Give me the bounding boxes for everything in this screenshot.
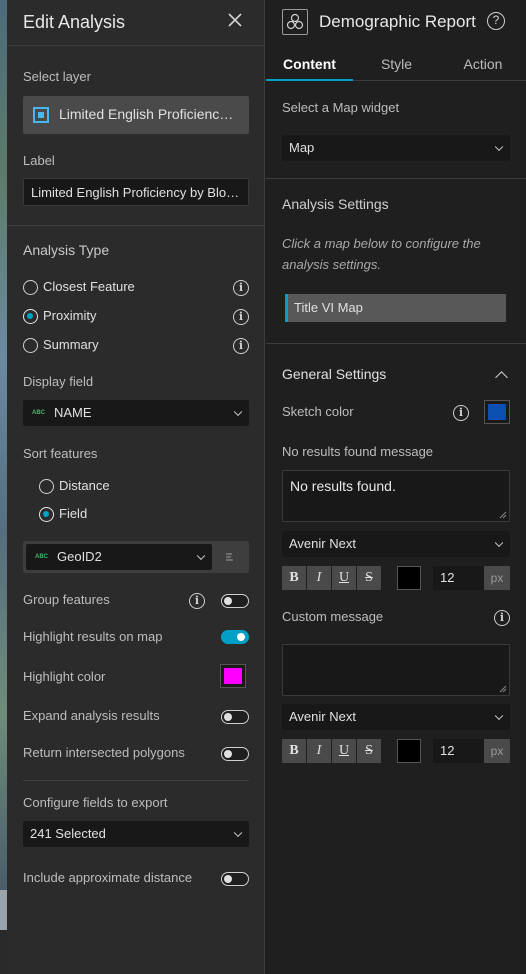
format-toolbar-1: B I U S — [282, 566, 382, 590]
no-results-textarea[interactable]: No results found. — [282, 470, 510, 522]
tab-action[interactable]: Action — [440, 48, 526, 80]
configure-fields-select[interactable]: 241 Selected — [23, 821, 249, 847]
string-field-icon: ABC — [35, 554, 48, 560]
underline-button[interactable]: U — [332, 566, 356, 590]
font-size-input-1[interactable]: 12 px — [433, 566, 510, 590]
sort-order-icon[interactable] — [223, 551, 235, 563]
font-select-2[interactable]: Avenir Next — [282, 704, 510, 730]
display-field-select[interactable]: ABC NAME — [23, 400, 249, 426]
map-background-strip — [0, 0, 7, 974]
panel-title: Edit Analysis — [23, 12, 126, 32]
analysis-type-label: Analysis Type — [23, 242, 110, 258]
info-icon[interactable]: i — [233, 338, 249, 354]
widget-title: Demographic Report — [319, 12, 476, 31]
chevron-down-icon — [196, 551, 206, 561]
analysis-type-proximity[interactable]: Proximity i — [23, 308, 253, 326]
sketch-color-label: Sketch color — [282, 404, 354, 419]
radio-field[interactable] — [39, 507, 54, 522]
label-label: Label — [23, 153, 55, 168]
chevron-down-icon — [233, 407, 243, 417]
chevron-up-icon[interactable] — [495, 371, 508, 384]
highlight-color-label: Highlight color — [23, 669, 106, 684]
approx-distance-label: Include approximate distance — [23, 870, 193, 885]
radio-proximity[interactable] — [23, 309, 38, 324]
group-features-toggle[interactable] — [221, 594, 249, 608]
info-icon[interactable]: i — [453, 405, 469, 421]
tab-style[interactable]: Style — [353, 48, 440, 80]
font-select-1[interactable]: Avenir Next — [282, 531, 510, 557]
italic-button[interactable]: I — [307, 739, 331, 763]
custom-message-label: Custom message — [282, 609, 384, 624]
chevron-down-icon — [494, 538, 504, 548]
underline-button[interactable]: U — [332, 739, 356, 763]
analysis-settings-label: Analysis Settings — [282, 196, 389, 212]
help-icon[interactable]: ? — [487, 12, 505, 30]
custom-message-textarea[interactable] — [282, 644, 510, 696]
format-toolbar-2: B I U S — [282, 739, 382, 763]
radio-closest-feature[interactable] — [23, 280, 38, 295]
strikethrough-button[interactable]: S — [357, 739, 381, 763]
sketch-color-swatch[interactable] — [484, 400, 510, 424]
general-settings-label: General Settings — [282, 366, 387, 382]
size-unit-label: px — [484, 566, 510, 590]
text-color-swatch[interactable] — [397, 566, 421, 590]
feature-layer-icon — [33, 107, 49, 123]
radio-distance[interactable] — [39, 479, 54, 494]
highlight-results-toggle[interactable] — [221, 630, 249, 644]
layer-selector[interactable]: Limited English Proficienc… — [23, 96, 249, 134]
expand-results-label: Expand analysis results — [23, 708, 160, 723]
select-layer-label: Select layer — [23, 69, 91, 84]
return-polygons-toggle[interactable] — [221, 747, 249, 761]
text-color-swatch[interactable] — [397, 739, 421, 763]
chevron-down-icon — [494, 711, 504, 721]
chevron-down-icon — [494, 142, 504, 152]
edit-analysis-panel: Edit Analysis Select layer Limited Engli… — [7, 0, 265, 974]
return-polygons-label: Return intersected polygons — [23, 745, 185, 760]
resize-handle-icon[interactable] — [499, 511, 507, 519]
radio-summary[interactable] — [23, 338, 38, 353]
close-icon[interactable] — [227, 12, 243, 28]
string-field-icon: ABC — [32, 410, 45, 416]
expand-results-toggle[interactable] — [221, 710, 249, 724]
sort-field-select[interactable]: ABC GeoID2 — [26, 544, 212, 570]
italic-button[interactable]: I — [307, 566, 331, 590]
strikethrough-button[interactable]: S — [357, 566, 381, 590]
tab-content[interactable]: Content — [266, 48, 353, 80]
sort-features-label: Sort features — [23, 446, 98, 461]
label-input[interactable]: Limited English Proficiency by Blo… — [23, 178, 249, 206]
info-icon[interactable]: i — [494, 610, 510, 626]
group-features-label: Group features — [23, 592, 110, 607]
bold-button[interactable]: B — [282, 739, 306, 763]
no-results-label: No results found message — [282, 444, 434, 459]
approx-distance-toggle[interactable] — [221, 872, 249, 886]
analysis-type-closest-feature[interactable]: Closest Feature i — [23, 279, 253, 297]
resize-handle-icon[interactable] — [499, 685, 507, 693]
configure-fields-label: Configure fields to export — [23, 795, 168, 810]
info-icon[interactable]: i — [233, 309, 249, 325]
display-field-label: Display field — [23, 374, 94, 389]
sort-option-field[interactable]: Field — [39, 506, 179, 524]
info-icon[interactable]: i — [189, 593, 205, 609]
size-unit-label: px — [484, 739, 510, 763]
chevron-down-icon — [233, 828, 243, 838]
sort-field-row: ABC GeoID2 — [23, 541, 249, 573]
sort-option-distance[interactable]: Distance — [39, 478, 179, 496]
font-size-input-2[interactable]: 12 px — [433, 739, 510, 763]
widget-settings-panel: Demographic Report ? Content Style Actio… — [266, 0, 526, 974]
analysis-settings-hint: Click a map below to configure the analy… — [282, 236, 481, 272]
highlight-color-swatch[interactable] — [220, 664, 246, 688]
info-icon[interactable]: i — [233, 280, 249, 296]
widget-icon — [282, 9, 308, 35]
highlight-results-label: Highlight results on map — [23, 629, 163, 644]
map-widget-select[interactable]: Map — [282, 135, 510, 161]
map-item-title-vi[interactable]: Title VI Map — [285, 294, 506, 322]
analysis-type-summary[interactable]: Summary i — [23, 337, 253, 355]
selected-layer-name: Limited English Proficienc… — [59, 106, 234, 122]
bold-button[interactable]: B — [282, 566, 306, 590]
active-tab-indicator — [266, 79, 353, 81]
map-widget-label: Select a Map widget — [282, 100, 400, 115]
